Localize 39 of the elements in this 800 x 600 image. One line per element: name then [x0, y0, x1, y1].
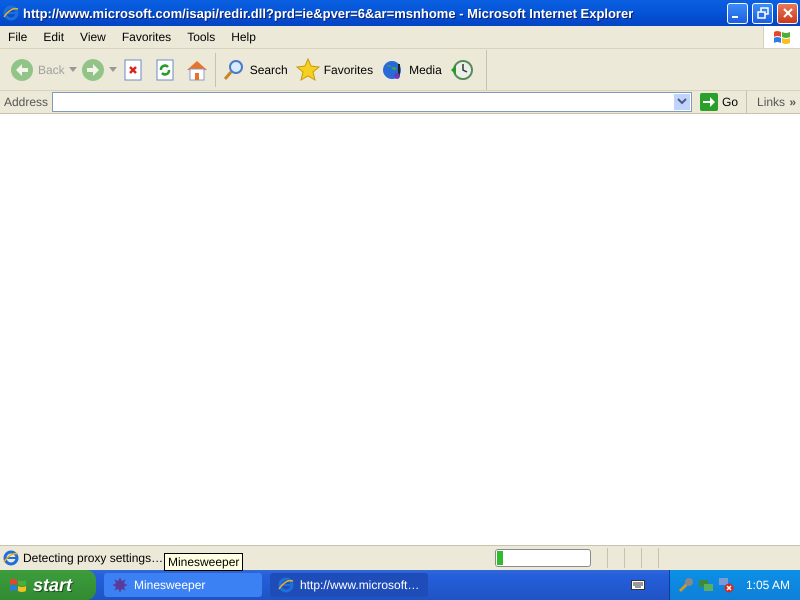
browser-icon — [3, 550, 19, 566]
menu-item[interactable]: View — [72, 30, 114, 44]
minimize-button[interactable] — [727, 2, 748, 24]
restore-icon — [756, 7, 768, 19]
windows-logo-icon — [8, 576, 28, 594]
favorites-button[interactable]: Favorites — [292, 52, 378, 86]
menu-item[interactable]: Edit — [35, 30, 72, 44]
restore-button[interactable] — [752, 2, 773, 24]
windows-logo-icon — [772, 28, 792, 46]
dropdown-arrow-icon[interactable] — [68, 66, 77, 72]
dropdown-arrow-icon[interactable] — [108, 66, 117, 72]
browser-icon — [278, 577, 294, 593]
start-button[interactable]: start — [0, 570, 96, 600]
clock: 1:05 AM — [746, 578, 790, 592]
links-label[interactable]: Links — [757, 95, 786, 109]
network-error-icon[interactable] — [718, 577, 734, 593]
mine-icon — [112, 577, 128, 593]
tooltip: Minesweeper — [164, 553, 244, 571]
search-button[interactable]: Search — [218, 52, 292, 86]
address-label: Address — [4, 95, 48, 109]
search-icon — [222, 58, 246, 82]
go-button[interactable]: Go — [696, 93, 742, 111]
menu-item[interactable]: Favorites — [114, 30, 180, 44]
more-links-button[interactable]: » — [785, 95, 800, 109]
menu-item[interactable]: Help — [223, 30, 264, 44]
window-title: http://www.microsoft.com/isapi/redir.dll?prd=ie&pver=6&ar=msnhome - Microsoft Internet Explorer — [23, 6, 634, 20]
close-button[interactable] — [777, 2, 798, 24]
keyboard-icon[interactable] — [630, 580, 645, 590]
address-field[interactable] — [52, 92, 692, 112]
menu-item[interactable]: File — [0, 30, 36, 44]
menu-item[interactable]: Tools — [179, 30, 224, 44]
status-text: Detecting proxy settings… — [23, 551, 164, 565]
browser-icon — [3, 5, 19, 21]
close-icon — [782, 7, 794, 19]
star-icon — [296, 58, 320, 82]
taskbar-button[interactable]: http://www.microsoft… — [270, 573, 428, 597]
minimize-icon — [732, 16, 738, 18]
media-button[interactable]: Media — [377, 52, 446, 86]
taskbar-button[interactable]: Minesweeper — [104, 573, 262, 597]
